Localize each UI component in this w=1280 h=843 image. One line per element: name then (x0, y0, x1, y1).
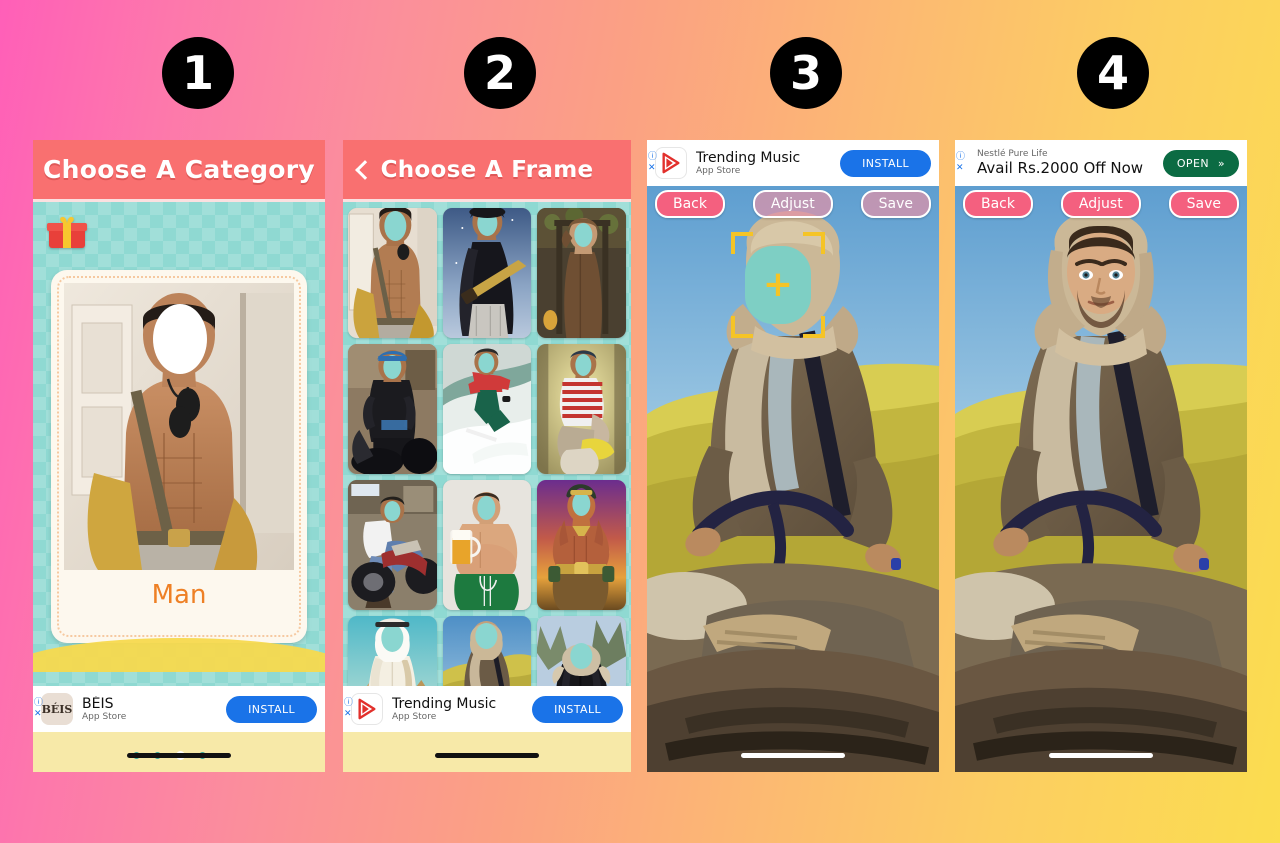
ad-marks[interactable]: ⓘ ✕ (648, 151, 658, 173)
home-indicator (741, 753, 845, 758)
face-target-brackets (731, 232, 825, 338)
ad-marks[interactable]: ⓘ ✕ (344, 697, 354, 719)
ad-subtitle: App Store (696, 166, 741, 176)
ad-banner[interactable]: ⓘ ✕ Trending Music App Store INSTALL (343, 686, 631, 732)
ad-info-icon[interactable]: ⓘ (956, 151, 966, 162)
ad-title: Trending Music (696, 150, 801, 166)
ad-close-icon[interactable]: ✕ (344, 708, 354, 719)
ad-marks[interactable]: ⓘ ✕ (34, 697, 44, 719)
bracket-bottom-left (731, 316, 753, 338)
ad-brand: Nestlé Pure Life (977, 149, 1048, 159)
frame-thumb-barbarian-warrior[interactable] (537, 480, 626, 610)
ad-app-icon: BÉIS (41, 693, 73, 725)
frame-thumb-beer-belly[interactable] (442, 480, 532, 610)
step-badge-1: 1 (162, 37, 234, 109)
frame-thumb-surfer-wave[interactable] (442, 344, 532, 474)
app-header: Choose A Category (33, 140, 325, 202)
ad-open-button[interactable]: OPEN » (1162, 149, 1239, 177)
ad-marks[interactable]: ⓘ ✕ (956, 151, 966, 173)
frame-thumb-biker-leather[interactable] (348, 344, 437, 474)
ad-title: BÉIS (82, 696, 114, 712)
play-store-icon (655, 147, 687, 179)
ad-text: BÉIS App Store (73, 696, 226, 722)
screen-choose-frame: Choose A Frame ⓘ ✕ Trending Music App St… (343, 140, 631, 772)
ad-subtitle: App Store (392, 712, 437, 722)
ad-install-button[interactable]: INSTALL (532, 695, 623, 723)
app-header: Choose A Frame (343, 140, 631, 202)
editor-toolbar: Back Adjust Save (955, 190, 1247, 218)
ad-text: Trending Music App Store (687, 150, 840, 176)
home-indicator (1049, 753, 1153, 758)
home-indicator (127, 753, 231, 758)
gift-icon[interactable] (47, 214, 87, 250)
frame-thumb-sailor-striped[interactable] (537, 344, 626, 474)
ad-banner[interactable]: ⓘ ✕ BÉIS BÉIS App Store INSTALL (33, 686, 325, 732)
frame-thumb-motorcycle-rider[interactable] (348, 480, 437, 610)
ad-title: Avail Rs.2000 Off Now (977, 159, 1144, 177)
ad-close-icon[interactable]: ✕ (956, 162, 966, 173)
category-photo (64, 283, 294, 570)
ad-title: Trending Music (392, 696, 497, 712)
category-card[interactable]: Man (51, 270, 307, 643)
ad-open-label: OPEN (1176, 156, 1209, 170)
ad-info-icon[interactable]: ⓘ (34, 697, 44, 708)
back-button[interactable]: Back (655, 190, 725, 218)
back-button[interactable]: Back (963, 190, 1033, 218)
chevron-left-icon[interactable] (353, 161, 371, 179)
step-badge-2: 2 (464, 37, 536, 109)
page-title: Choose A Category (42, 155, 315, 184)
ad-info-icon[interactable]: ⓘ (344, 697, 354, 708)
decorative-curve (33, 638, 325, 672)
editor-canvas[interactable] (955, 186, 1247, 772)
play-store-icon (351, 693, 383, 725)
ad-info-icon[interactable]: ⓘ (648, 151, 658, 162)
bracket-top-left (731, 232, 753, 254)
screen-editor-result: ⓘ ✕ Nestlé Pure Life Avail Rs.2000 Off N… (955, 140, 1247, 772)
step-badge-3: 3 (770, 37, 842, 109)
frame-thumb-rockstar-guitarist[interactable] (442, 208, 532, 338)
save-button[interactable]: Save (1168, 190, 1239, 218)
category-body: Man (33, 202, 325, 761)
screen-choose-category: Choose A Category Man ⓘ ✕ BÉIS BÉIS App … (33, 140, 325, 772)
step-badges: 1 2 3 4 (0, 0, 1280, 135)
frame-thumb-shirtless-model[interactable] (348, 208, 437, 338)
ad-text: Nestlé Pure Life Avail Rs.2000 Off Now (963, 149, 1163, 177)
chevron-double-right-icon: » (1217, 156, 1225, 170)
editor-toolbar: Back Adjust Save (647, 190, 939, 218)
frame-thumb-monk-robe[interactable] (537, 208, 626, 338)
bottom-strip (343, 732, 631, 772)
bracket-top-right (803, 232, 825, 254)
ad-text: Trending Music App Store (383, 696, 532, 722)
category-label: Man (151, 580, 207, 610)
adjust-button[interactable]: Adjust (1060, 190, 1141, 218)
ad-banner[interactable]: ⓘ ✕ Nestlé Pure Life Avail Rs.2000 Off N… (955, 140, 1247, 186)
bracket-bottom-right (803, 316, 825, 338)
ad-install-button[interactable]: INSTALL (226, 695, 317, 723)
ad-close-icon[interactable]: ✕ (34, 708, 44, 719)
step-badge-4: 4 (1077, 37, 1149, 109)
save-button[interactable]: Save (860, 190, 931, 218)
adjust-button[interactable]: Adjust (752, 190, 833, 218)
screen-editor-empty: ⓘ ✕ Trending Music App Store INSTALL + B… (647, 140, 939, 772)
ad-close-icon[interactable]: ✕ (648, 162, 658, 173)
ad-subtitle: App Store (82, 712, 127, 722)
ad-banner[interactable]: ⓘ ✕ Trending Music App Store INSTALL (647, 140, 939, 186)
home-indicator (435, 753, 539, 758)
page-title: Choose A Frame (380, 156, 594, 183)
ad-install-button[interactable]: INSTALL (840, 149, 931, 177)
